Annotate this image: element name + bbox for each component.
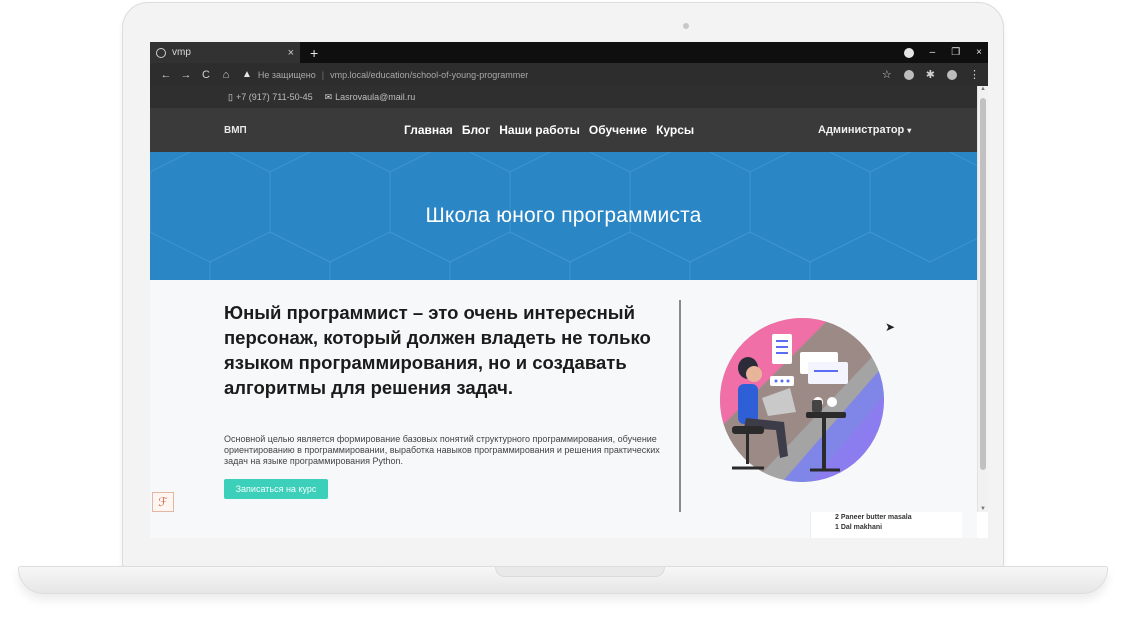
warning-icon: ▲	[242, 69, 252, 80]
overlay-line: 1 Dal makhani	[835, 524, 883, 531]
mouse-cursor-icon: ➤	[885, 320, 896, 334]
intro-section: Юный программист – это очень интересный …	[150, 280, 977, 538]
globe-icon	[156, 47, 166, 58]
admin-dropdown[interactable]: Администратор ▾	[818, 124, 911, 136]
nav-item-works[interactable]: Наши работы	[499, 123, 580, 137]
maximize-icon[interactable]: ❐	[951, 47, 960, 58]
star-icon[interactable]: ☆	[882, 68, 892, 81]
home-icon[interactable]: ⌂	[216, 69, 236, 81]
window-controls: – ❐ ×	[903, 42, 982, 63]
main-menu: Главная Блог Наши работы Обучение Курсы	[404, 123, 694, 137]
camera-dot	[683, 23, 689, 29]
page-scrollbar[interactable]: ▲ ▼	[977, 86, 988, 512]
new-tab-button[interactable]: +	[310, 45, 318, 61]
puzzle-icon[interactable]: ✱	[926, 68, 935, 81]
hero-title: Школа юного программиста	[425, 204, 702, 227]
window-close-icon[interactable]: ×	[976, 47, 982, 58]
tab-title: vmp	[172, 47, 191, 58]
screen: vmp × + – ❐ × ← → C ⌂ ▲ Не защищено | vm…	[150, 42, 988, 538]
laptop-notch	[495, 567, 665, 577]
extension-icon[interactable]	[903, 69, 914, 80]
toolbar-actions: ☆ ✱ ⋮	[882, 68, 982, 81]
minimize-icon[interactable]: –	[930, 47, 936, 58]
hero-banner: Школа юного программиста	[150, 152, 977, 280]
address-bar[interactable]: ▲ Не защищено | vmp.local/education/scho…	[242, 69, 882, 80]
account-icon[interactable]	[947, 69, 957, 80]
enroll-button[interactable]: Записаться на курс	[224, 479, 328, 499]
insecure-label: Не защищено	[257, 69, 316, 80]
browser-tab[interactable]: vmp ×	[150, 42, 300, 63]
nav-item-courses[interactable]: Курсы	[656, 123, 694, 137]
browser-menu-icon[interactable]: ⋮	[969, 68, 980, 81]
contact-bar: ▯ +7 (917) 711-50-45 ✉ Lasrovaula@mail.ru	[150, 86, 977, 108]
intro-headline: Юный программист – это очень интересный …	[224, 302, 651, 398]
scroll-down-icon[interactable]: ▼	[978, 506, 988, 512]
mail-icon: ✉	[324, 91, 333, 102]
reload-icon[interactable]: C	[196, 69, 216, 81]
scroll-up-icon[interactable]: ▲	[978, 86, 988, 92]
phone-text: +7 (917) 711-50-45	[235, 91, 313, 102]
site-navbar: ВМП Главная Блог Наши работы Обучение Ку…	[150, 108, 977, 152]
phone-icon: ▯	[228, 91, 233, 102]
url-text: vmp.local/education/school-of-young-prog…	[330, 69, 529, 80]
overlay-line: 2 Paneer butter masala	[835, 514, 912, 521]
forward-icon[interactable]: →	[176, 69, 196, 81]
profile-icon[interactable]	[903, 47, 914, 58]
email-contact[interactable]: ✉ Lasrovaula@mail.ru	[325, 92, 416, 103]
page-viewport: ▯ +7 (917) 711-50-45 ✉ Lasrovaula@mail.ru …	[150, 86, 977, 538]
back-icon[interactable]: ←	[156, 69, 176, 81]
nav-item-blog[interactable]: Блог	[462, 123, 490, 137]
programmer-illustration	[720, 318, 884, 482]
scroll-thumb[interactable]	[980, 98, 986, 470]
order-overlay: 2 Paneer butter masala 1 Dal makhani	[810, 512, 962, 538]
tab-bar: vmp × + – ❐ ×	[150, 42, 988, 63]
intro-description: Основной целью является формирование баз…	[224, 434, 660, 466]
vertical-divider	[679, 300, 681, 512]
stage: vmp × + – ❐ × ← → C ⌂ ▲ Не защищено | vm…	[0, 0, 1126, 630]
admin-label: Администратор	[818, 124, 905, 136]
floating-widget-icon[interactable]: ℱ	[152, 492, 174, 512]
caret-down-icon: ▾	[907, 126, 912, 135]
nav-item-home[interactable]: Главная	[404, 123, 453, 137]
close-tab-icon[interactable]: ×	[288, 47, 294, 59]
address-separator: |	[321, 69, 325, 80]
email-text: Lasrovaula@mail.ru	[335, 91, 416, 102]
browser-toolbar: ← → C ⌂ ▲ Не защищено | vmp.local/educat…	[150, 63, 988, 86]
laptop-base	[18, 566, 1108, 594]
phone-contact[interactable]: ▯ +7 (917) 711-50-45	[228, 92, 313, 103]
nav-item-education[interactable]: Обучение	[589, 123, 647, 137]
site-brand[interactable]: ВМП	[224, 125, 247, 136]
